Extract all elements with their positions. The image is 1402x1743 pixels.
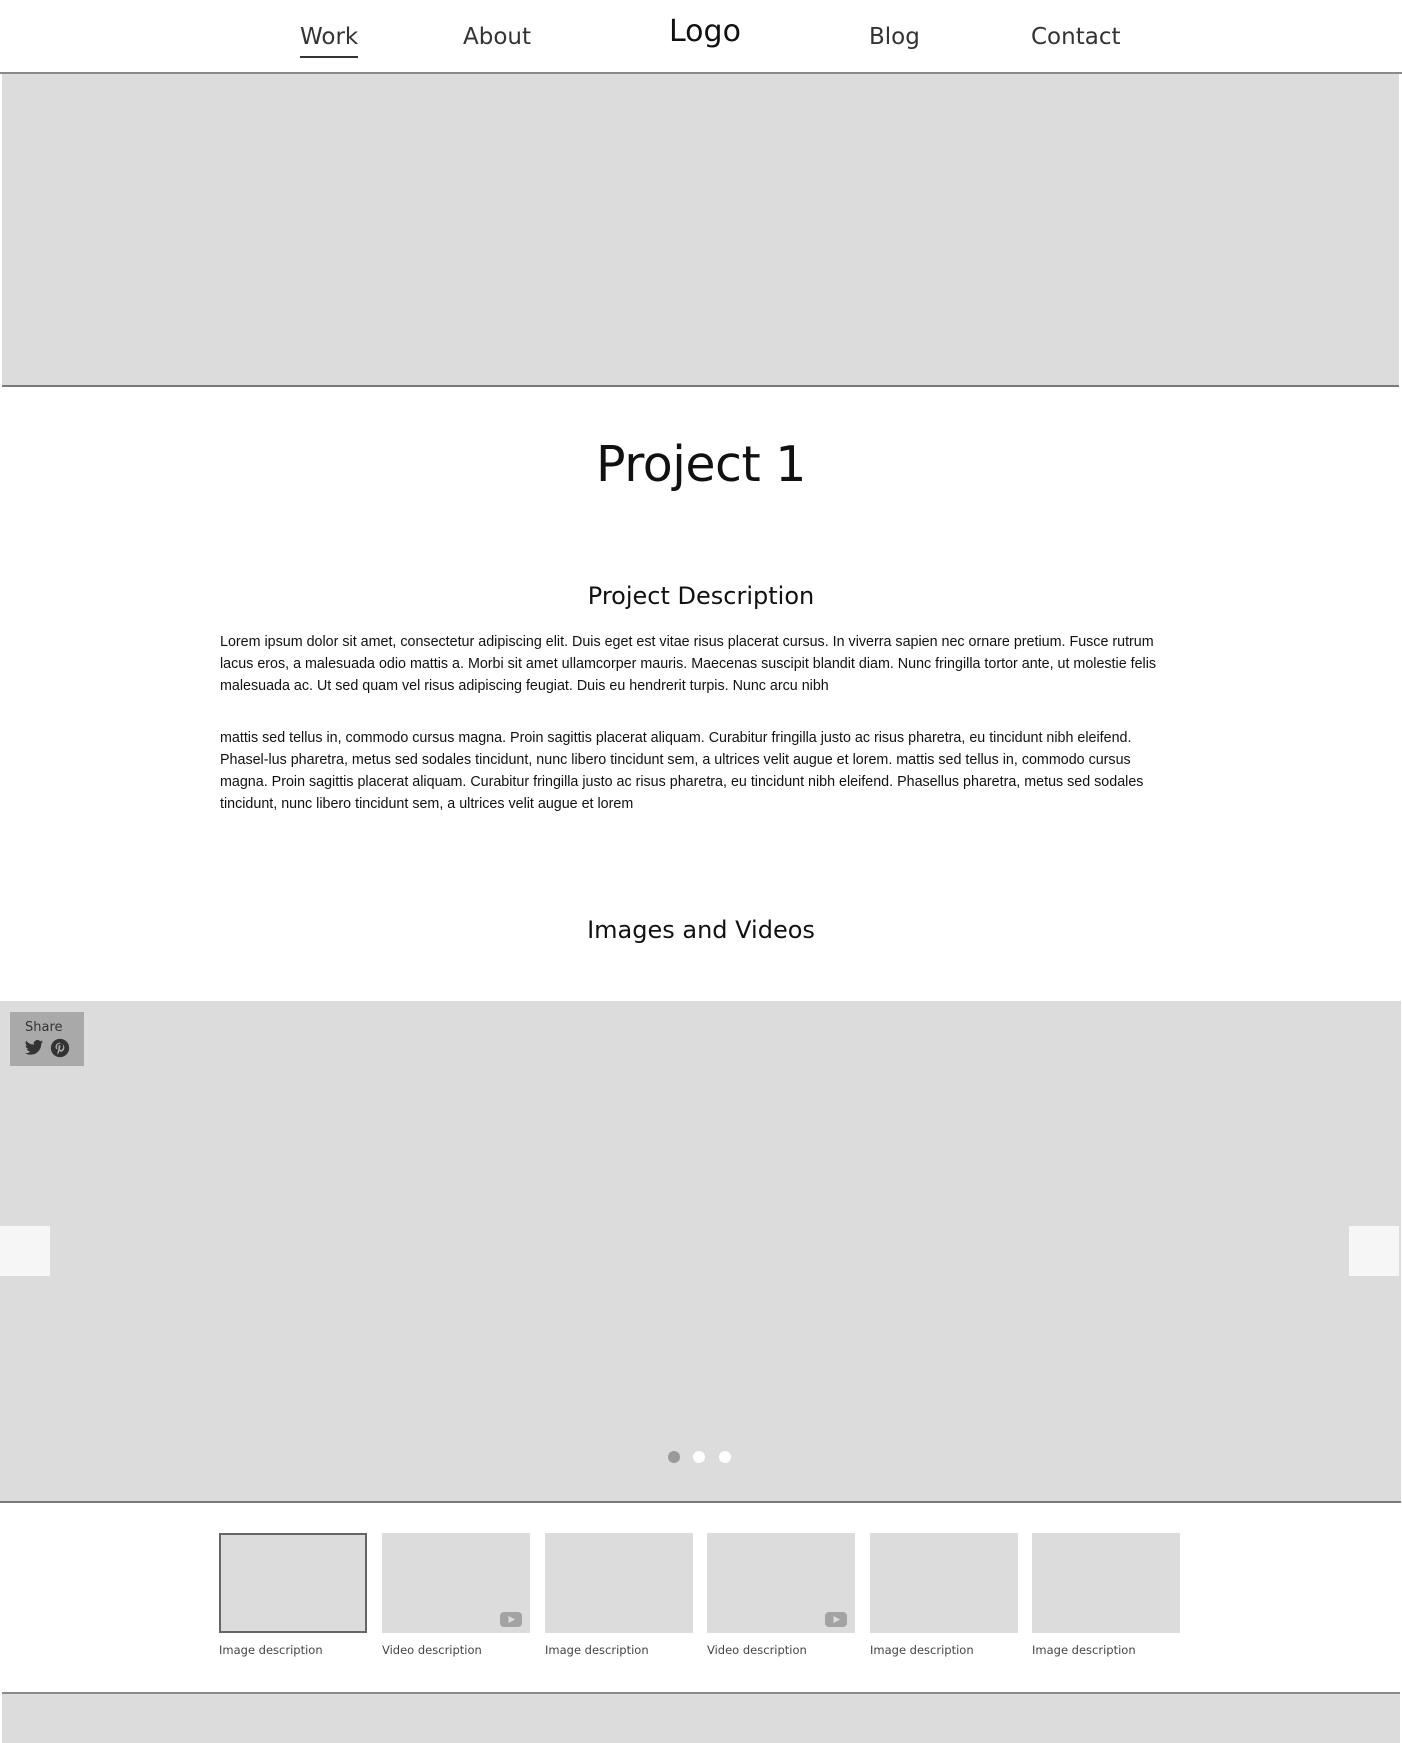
top-nav: Work About Logo Blog Contact (0, 0, 1402, 74)
thumbnail-item[interactable]: Image description (219, 1533, 367, 1657)
footer-placeholder (2, 1692, 1400, 1743)
share-panel: Share (10, 1012, 84, 1066)
thumbnail-item[interactable]: Video description (382, 1533, 530, 1657)
project-description-heading: Project Description (587, 582, 815, 610)
nav-item-contact[interactable]: Contact (1031, 22, 1120, 56)
hero-image-placeholder (2, 74, 1399, 387)
thumbnail-caption: Image description (870, 1643, 974, 1657)
page: Work About Logo Blog Contact Project 1 P… (0, 0, 1402, 1743)
nav-item-blog[interactable]: Blog (869, 22, 920, 56)
carousel-next-button[interactable] (1349, 1226, 1399, 1276)
thumbnail-video[interactable] (707, 1533, 855, 1633)
thumbnail-item[interactable]: Video description (707, 1533, 855, 1657)
description-paragraph-2: mattis sed tellus in, commodo cursus mag… (220, 730, 1144, 812)
carousel-dot-2[interactable] (693, 1451, 705, 1463)
thumbnail-caption: Video description (707, 1643, 807, 1657)
nav-item-work[interactable]: Work (300, 22, 359, 58)
carousel-dot-1[interactable] (668, 1451, 680, 1463)
thumbnail-image[interactable] (219, 1533, 367, 1633)
thumbnail-item[interactable]: Image description (870, 1533, 1018, 1657)
thumbnail-caption: Image description (545, 1643, 649, 1657)
thumbnail-strip: Image description Video description Imag… (219, 1533, 1180, 1663)
play-video-icon (825, 1612, 847, 1627)
thumbnail-image[interactable] (545, 1533, 693, 1633)
thumbnail-caption: Image description (1032, 1643, 1136, 1657)
thumbnail-item[interactable]: Image description (1032, 1533, 1180, 1657)
thumbnail-image[interactable] (1032, 1533, 1180, 1633)
images-videos-heading: Images and Videos (587, 916, 815, 944)
nav-item-about[interactable]: About (463, 22, 531, 56)
thumbnail-item[interactable]: Image description (545, 1533, 693, 1657)
pinterest-icon[interactable] (50, 1038, 70, 1058)
play-video-icon (500, 1612, 522, 1627)
carousel-prev-button[interactable] (0, 1226, 50, 1276)
media-carousel[interactable]: Share (0, 1001, 1401, 1503)
page-title: Project 1 (596, 436, 806, 493)
thumbnail-image[interactable] (870, 1533, 1018, 1633)
share-label: Share (25, 1020, 63, 1035)
description-paragraph-1: Lorem ipsum dolor sit amet, consectetur … (220, 634, 1157, 694)
twitter-icon[interactable] (24, 1038, 44, 1058)
thumbnail-video[interactable] (382, 1533, 530, 1633)
logo[interactable]: Logo (669, 17, 741, 51)
thumbnail-caption: Video description (382, 1643, 482, 1657)
thumbnail-caption: Image description (219, 1643, 323, 1657)
carousel-dot-3[interactable] (719, 1451, 731, 1463)
